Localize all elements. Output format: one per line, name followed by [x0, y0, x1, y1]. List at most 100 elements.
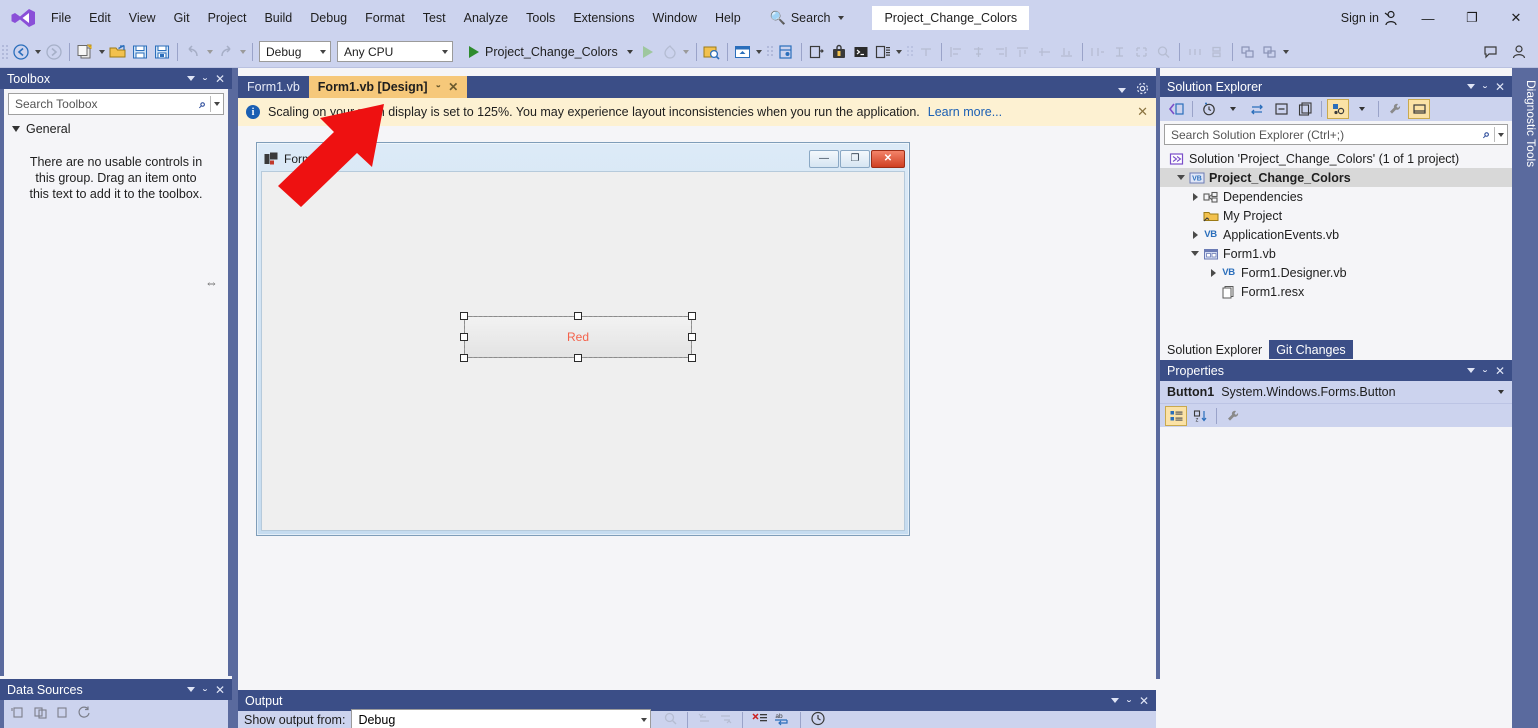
attach-process-button[interactable] — [828, 40, 850, 64]
expander-open-icon[interactable] — [1188, 251, 1202, 256]
undo-dropdown[interactable] — [204, 40, 215, 64]
developer-command-prompt-button[interactable] — [850, 40, 872, 64]
show-all-files-icon[interactable] — [1294, 99, 1316, 119]
navigate-backward-dropdown[interactable] — [32, 40, 43, 64]
info-bar-learn-more-link[interactable]: Learn more... — [928, 105, 1002, 119]
toolbox-resize-handle-icon[interactable]: ⇔ — [205, 275, 218, 290]
resize-handle-se[interactable] — [688, 354, 696, 362]
hot-reload-dropdown[interactable] — [681, 40, 692, 64]
expander-closed-icon[interactable] — [1206, 269, 1220, 277]
chevron-down-icon[interactable] — [1498, 390, 1512, 394]
bottom-tab-git-changes[interactable]: Git Changes — [1269, 340, 1352, 359]
form-designer-surface[interactable]: Form1 — ❐ ✕ Red — [238, 126, 1156, 679]
form-minimize-button[interactable]: — — [809, 150, 839, 168]
toggle-timestamp-icon[interactable] — [810, 711, 826, 728]
preview-changes-button[interactable] — [872, 40, 894, 64]
tab-form1-vb[interactable]: Form1.vb — [238, 76, 309, 98]
tab-pin-icon[interactable]: ⏑ — [437, 81, 441, 94]
output-close-icon[interactable]: ✕ — [1139, 695, 1149, 707]
menu-item-build[interactable]: Build — [255, 0, 301, 36]
diagnostic-tools-tab[interactable]: Diagnostic Tools — [1512, 68, 1538, 728]
menu-item-tools[interactable]: Tools — [517, 0, 564, 36]
properties-window-toggle-icon[interactable] — [1327, 99, 1349, 119]
menu-item-git[interactable]: Git — [165, 0, 199, 36]
menu-item-help[interactable]: Help — [706, 0, 750, 36]
refresh-icon[interactable] — [77, 705, 92, 722]
open-file-button[interactable] — [107, 40, 129, 64]
toggle-word-wrap-icon[interactable]: ab — [774, 711, 791, 728]
menu-item-project[interactable]: Project — [199, 0, 256, 36]
select-start-item-button[interactable] — [701, 40, 723, 64]
preview-selected-items-icon[interactable] — [1408, 99, 1430, 119]
toolbox-search-input[interactable]: Search Toolbox ⌕ — [8, 93, 224, 115]
properties-object-selector[interactable]: Button1 System.Windows.Forms.Button — [1160, 381, 1512, 403]
tree-row-my-project[interactable]: My Project — [1160, 206, 1512, 225]
tab-strip-settings-icon[interactable] — [1136, 82, 1149, 98]
form1-client-area[interactable]: Red — [261, 171, 905, 531]
add-data-source-icon[interactable] — [55, 705, 70, 722]
tab-form1-vb-design[interactable]: Form1.vb [Design] ⏑ ✕ — [309, 76, 467, 98]
account-manager-icon[interactable] — [1508, 40, 1530, 64]
solution-explorer-search-input[interactable]: Search Solution Explorer (Ctrl+;) ⌕ — [1164, 124, 1508, 145]
categorized-view-icon[interactable] — [1165, 406, 1187, 426]
alphabetical-sort-icon[interactable]: z — [1189, 406, 1211, 426]
expander-open-icon[interactable] — [1174, 175, 1188, 180]
window-restore-button[interactable]: ❐ — [1450, 0, 1494, 36]
menu-item-edit[interactable]: Edit — [80, 0, 120, 36]
code-view-icon[interactable] — [1165, 99, 1187, 119]
window-close-button[interactable]: ✕ — [1494, 0, 1538, 36]
new-window-button[interactable] — [806, 40, 828, 64]
tree-row-dependencies[interactable]: Dependencies — [1160, 187, 1512, 206]
form-maximize-button[interactable]: ❐ — [840, 150, 870, 168]
selected-control-button1[interactable]: Red — [460, 312, 696, 362]
output-source-combo[interactable]: Debug — [351, 709, 651, 728]
tree-row-solution[interactable]: Solution 'Project_Change_Colors' (1 of 1… — [1160, 149, 1512, 168]
toolbox-close-icon[interactable]: ✕ — [215, 73, 225, 85]
menu-item-debug[interactable]: Debug — [301, 0, 356, 36]
resize-handle-nw[interactable] — [460, 312, 468, 320]
resize-handle-e[interactable] — [688, 333, 696, 341]
output-window-menu-icon[interactable] — [1111, 698, 1119, 703]
data-sources-pin-icon[interactable]: ⏑ — [203, 684, 207, 696]
navigate-backward-button[interactable] — [10, 40, 32, 64]
properties-window-menu-icon[interactable] — [1467, 368, 1475, 373]
redo-dropdown[interactable] — [237, 40, 248, 64]
sync-with-active-document-icon[interactable] — [1246, 99, 1268, 119]
menu-item-file[interactable]: File — [42, 0, 80, 36]
menu-item-format[interactable]: Format — [356, 0, 414, 36]
property-pages-wrench-icon[interactable] — [1222, 406, 1244, 426]
solution-explorer-pin-icon[interactable]: ⏑ — [1483, 81, 1487, 93]
feedback-icon[interactable] — [1480, 40, 1502, 64]
collapse-all-icon[interactable] — [1270, 99, 1292, 119]
expander-closed-icon[interactable] — [1188, 193, 1202, 201]
layout-more-dropdown[interactable] — [1281, 40, 1292, 64]
menu-item-test[interactable]: Test — [414, 0, 455, 36]
resize-handle-s[interactable] — [574, 354, 582, 362]
toolbar-grip[interactable] — [905, 43, 915, 61]
global-search[interactable]: 🔍 Search — [764, 7, 851, 29]
resize-handle-n[interactable] — [574, 312, 582, 320]
properties-wrench-icon[interactable] — [1384, 99, 1406, 119]
button1-control[interactable]: Red — [464, 316, 692, 358]
pending-changes-dropdown-icon[interactable] — [1222, 99, 1244, 119]
window-layout-button[interactable] — [775, 40, 797, 64]
new-project-button[interactable] — [74, 40, 96, 64]
live-share-dropdown[interactable] — [754, 40, 765, 64]
data-sources-close-icon[interactable]: ✕ — [215, 684, 225, 696]
form1-design-window[interactable]: Form1 — ❐ ✕ Red — [256, 142, 910, 536]
resize-handle-w[interactable] — [460, 333, 468, 341]
solution-explorer-window-menu-icon[interactable] — [1467, 84, 1475, 89]
toolbox-pin-icon[interactable]: ⏑ — [203, 73, 207, 85]
tree-row-application-events[interactable]: VB ApplicationEvents.vb — [1160, 225, 1512, 244]
sign-in-button[interactable]: Sign in — [1333, 10, 1406, 26]
properties-dropdown-icon[interactable] — [1351, 99, 1373, 119]
toolbox-group-general[interactable]: General — [4, 115, 228, 136]
toolbox-window-menu-icon[interactable] — [187, 76, 195, 81]
clear-all-icon[interactable] — [752, 711, 768, 728]
properties-grid[interactable] — [1160, 428, 1512, 679]
menu-item-view[interactable]: View — [120, 0, 165, 36]
data-sources-window-menu-icon[interactable] — [187, 687, 195, 692]
search-options-icon[interactable] — [1495, 133, 1507, 137]
resize-handle-sw[interactable] — [460, 354, 468, 362]
tree-row-form1-vb[interactable]: Form1.vb — [1160, 244, 1512, 263]
